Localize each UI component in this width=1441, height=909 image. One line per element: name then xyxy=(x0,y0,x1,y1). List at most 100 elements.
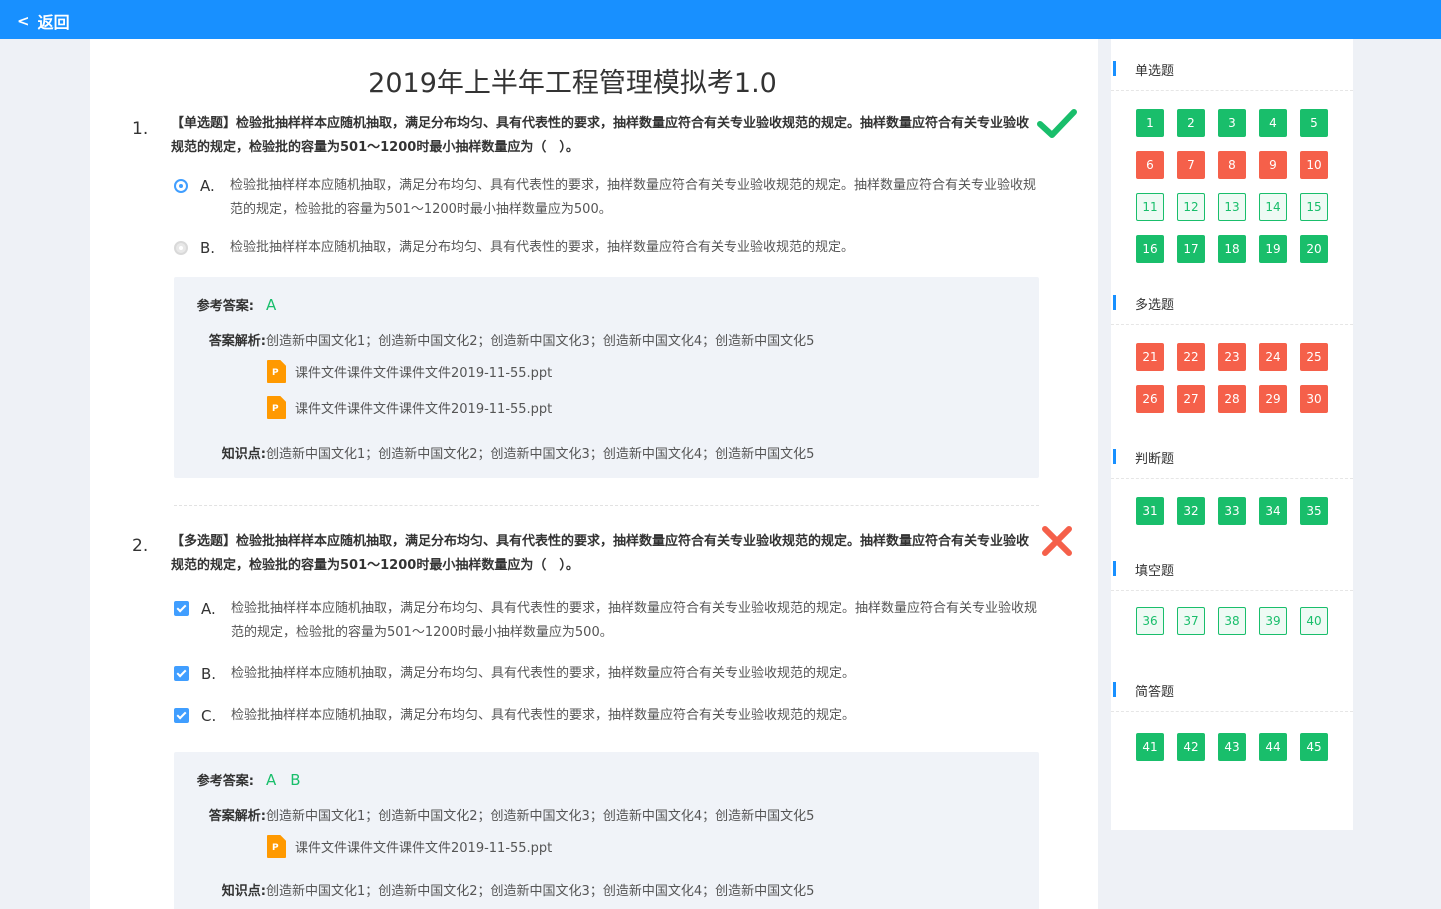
question-number: 1. xyxy=(132,119,149,139)
section-header: 单选题 xyxy=(1111,41,1353,91)
analysis-row: 答案解析: 创造新中国文化1；创造新中国文化2；创造新中国文化3；创造新中国文化… xyxy=(174,805,815,824)
file-name[interactable]: 课件文件课件文件课件文件2019-11-55.ppt xyxy=(295,837,552,856)
knowledge-label: 知识点: xyxy=(221,447,266,462)
section-accent-bar xyxy=(1113,561,1116,576)
knowledge-text: 创造新中国文化1；创造新中国文化2；创造新中国文化3；创造新中国文化4；创造新中… xyxy=(266,447,815,462)
section-accent-bar xyxy=(1113,295,1116,310)
question-nav-button-3[interactable]: 3 xyxy=(1218,109,1246,137)
reference-answer-row: 参考答案: AB xyxy=(174,770,315,790)
question-nav-button-25[interactable]: 25 xyxy=(1300,343,1328,371)
radio-selected[interactable] xyxy=(174,179,188,193)
option-a[interactable]: A. 检验批抽样样本应随机抽取，满足分布均匀、具有代表性的要求，抽样数量应符合有… xyxy=(174,597,1044,645)
question-nav-button-20[interactable]: 20 xyxy=(1300,235,1328,263)
question-nav-button-45[interactable]: 45 xyxy=(1300,733,1328,761)
question-nav-button-12[interactable]: 12 xyxy=(1177,193,1205,221)
question-nav-button-28[interactable]: 28 xyxy=(1218,385,1246,413)
option-letter: B. xyxy=(200,239,216,257)
question-nav-button-4[interactable]: 4 xyxy=(1259,109,1287,137)
answer-choice: A xyxy=(266,295,277,314)
section-label: 多选题 xyxy=(1135,298,1175,313)
question-nav-button-33[interactable]: 33 xyxy=(1218,497,1246,525)
question-nav-button-43[interactable]: 43 xyxy=(1218,733,1246,761)
option-b[interactable]: B. 检验批抽样样本应随机抽取，满足分布均匀、具有代表性的要求，抽样数量应符合有… xyxy=(174,236,1044,260)
back-button[interactable]: < 返回 xyxy=(17,9,70,33)
question-nav-button-8[interactable]: 8 xyxy=(1218,151,1246,179)
question-nav-button-24[interactable]: 24 xyxy=(1259,343,1287,371)
question-nav-button-7[interactable]: 7 xyxy=(1177,151,1205,179)
question-nav-button-36[interactable]: 36 xyxy=(1136,607,1164,635)
option-text: 检验批抽样样本应随机抽取，满足分布均匀、具有代表性的要求，抽样数量应符合有关专业… xyxy=(230,178,1037,217)
question-nav-button-1[interactable]: 1 xyxy=(1136,109,1164,137)
question-nav-button-35[interactable]: 35 xyxy=(1300,497,1328,525)
reference-answer-label: 参考答案: xyxy=(196,774,254,789)
file-name[interactable]: 课件文件课件文件课件文件2019-11-55.ppt xyxy=(295,362,552,381)
question-divider xyxy=(174,505,1039,506)
answer-panel: 参考答案: AB 答案解析: 创造新中国文化1；创造新中国文化2；创造新中国文化… xyxy=(174,752,1039,909)
question-nav-button-23[interactable]: 23 xyxy=(1218,343,1246,371)
option-c[interactable]: C. 检验批抽样样本应随机抽取，满足分布均匀、具有代表性的要求，抽样数量应符合有… xyxy=(174,704,1044,728)
question-nav-button-38[interactable]: 38 xyxy=(1218,607,1246,635)
section-label: 简答题 xyxy=(1135,685,1175,700)
question-nav-button-34[interactable]: 34 xyxy=(1259,497,1287,525)
section-header: 判断题 xyxy=(1111,429,1353,479)
question-nav-button-13[interactable]: 13 xyxy=(1218,193,1246,221)
ppt-file-icon: P xyxy=(267,360,286,383)
ppt-file-icon: P xyxy=(267,835,286,858)
question-nav-button-30[interactable]: 30 xyxy=(1300,385,1328,413)
question-nav-button-6[interactable]: 6 xyxy=(1136,151,1164,179)
question-nav-button-32[interactable]: 32 xyxy=(1177,497,1205,525)
question-nav-button-2[interactable]: 2 xyxy=(1177,109,1205,137)
question-nav-button-40[interactable]: 40 xyxy=(1300,607,1328,635)
question-nav-button-26[interactable]: 26 xyxy=(1136,385,1164,413)
chevron-left-icon: < xyxy=(17,12,30,30)
option-a[interactable]: A. 检验批抽样样本应随机抽取，满足分布均匀、具有代表性的要求，抽样数量应符合有… xyxy=(174,174,1044,222)
section-label: 单选题 xyxy=(1135,64,1175,79)
question-nav-button-14[interactable]: 14 xyxy=(1259,193,1287,221)
back-label: 返回 xyxy=(37,13,70,32)
file-name[interactable]: 课件文件课件文件课件文件2019-11-55.ppt xyxy=(295,398,552,417)
question-number-grid: 36 37 38 39 40 xyxy=(1136,607,1328,635)
question-nav-button-44[interactable]: 44 xyxy=(1259,733,1287,761)
question-nav-button-27[interactable]: 27 xyxy=(1177,385,1205,413)
top-bar: < 返回 xyxy=(0,0,1441,39)
analysis-label: 答案解析: xyxy=(208,809,266,824)
question-nav-button-42[interactable]: 42 xyxy=(1177,733,1205,761)
option-letter: C. xyxy=(201,707,217,725)
radio-unselected[interactable] xyxy=(174,241,188,255)
knowledge-text: 创造新中国文化1；创造新中国文化2；创造新中国文化3；创造新中国文化4；创造新中… xyxy=(266,884,815,899)
question-nav-button-17[interactable]: 17 xyxy=(1177,235,1205,263)
section-accent-bar xyxy=(1113,449,1116,464)
option-b[interactable]: B. 检验批抽样样本应随机抽取，满足分布均匀、具有代表性的要求，抽样数量应符合有… xyxy=(174,662,1044,686)
checkbox-checked[interactable] xyxy=(174,601,189,616)
reference-answer-value: A xyxy=(266,296,290,314)
checkbox-checked[interactable] xyxy=(174,666,189,681)
attachment-file[interactable]: P 课件文件课件文件课件文件2019-11-55.ppt xyxy=(267,360,552,383)
question-nav-button-31[interactable]: 31 xyxy=(1136,497,1164,525)
attachment-file[interactable]: P 课件文件课件文件课件文件2019-11-55.ppt xyxy=(267,396,552,419)
question-nav-button-19[interactable]: 19 xyxy=(1259,235,1287,263)
question-nav-button-18[interactable]: 18 xyxy=(1218,235,1246,263)
question-nav-button-16[interactable]: 16 xyxy=(1136,235,1164,263)
answer-card-sidebar: 单选题 1 2 3 4 5 6 7 8 9 10 11 12 13 14 15 16 17 18 19 20 多选题 21 2… xyxy=(1111,39,1353,830)
question-nav-button-29[interactable]: 29 xyxy=(1259,385,1287,413)
question-stem: 【多选题】检验批抽样样本应随机抽取，满足分布均匀、具有代表性的要求，抽样数量应符… xyxy=(171,534,1030,573)
question-nav-button-21[interactable]: 21 xyxy=(1136,343,1164,371)
question-nav-button-22[interactable]: 22 xyxy=(1177,343,1205,371)
checkmark-icon xyxy=(1036,107,1078,145)
section-header: 简答题 xyxy=(1111,662,1353,712)
section-header: 填空题 xyxy=(1111,541,1353,591)
question-nav-button-10[interactable]: 10 xyxy=(1300,151,1328,179)
question-nav-button-9[interactable]: 9 xyxy=(1259,151,1287,179)
question-number-grid: 1 2 3 4 5 6 7 8 9 10 11 12 13 14 15 16 17 18 19 20 xyxy=(1136,109,1328,263)
question-nav-button-5[interactable]: 5 xyxy=(1300,109,1328,137)
question-nav-button-15[interactable]: 15 xyxy=(1300,193,1328,221)
attachment-file[interactable]: P 课件文件课件文件课件文件2019-11-55.ppt xyxy=(267,835,552,858)
question-nav-button-11[interactable]: 11 xyxy=(1136,193,1164,221)
ppt-file-icon: P xyxy=(267,396,286,419)
question-nav-button-41[interactable]: 41 xyxy=(1136,733,1164,761)
question-nav-button-37[interactable]: 37 xyxy=(1177,607,1205,635)
question-nav-button-39[interactable]: 39 xyxy=(1259,607,1287,635)
answer-choice: B xyxy=(290,770,301,789)
reference-answer-row: 参考答案: A xyxy=(174,295,290,315)
checkbox-checked[interactable] xyxy=(174,708,189,723)
